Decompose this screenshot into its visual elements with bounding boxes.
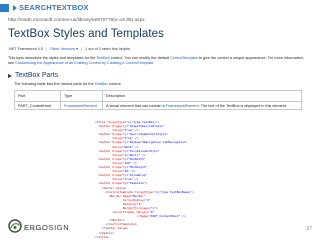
xaml-code-block: <Style TargetType="{x:Type TextBox}"> <S… [88,120,252,239]
rating-text: 1 out of 2 rated this helpful [85,46,130,51]
ergosign-logo-icon [8,219,22,233]
column-header-part: Part [14,90,61,102]
desc-text-1: This topic describes the styles and temp… [8,56,97,60]
parts-table: Part Type Description PART_ContentHost F… [14,90,302,110]
section-desc-text-2: control. [108,82,122,86]
arrow-right-icon [13,5,17,12]
cell-desc-link[interactable]: FrameworkElement [166,104,199,108]
section-description: The following table lists the named part… [14,82,122,86]
section-heading[interactable]: TextBox Parts [8,72,58,79]
section-title: TextBox Parts [15,72,59,79]
header-accent-bar [0,4,9,12]
cell-desc-text-1: A visual element that can contain a [106,103,166,108]
table-header-row: Part Type Description [14,90,302,102]
column-header-type: Type [60,90,103,102]
slide: SEARCHTEXTBOX http://msdn.microsoft.com/… [0,0,320,240]
meta-separator: | [81,46,83,51]
logo-tagline: User Experience [24,228,44,231]
controltemplate-link[interactable]: ControlTemplate [170,56,198,60]
cell-part: PART_ContentHost [14,101,61,110]
other-versions-link[interactable]: Other Versions [49,46,79,51]
code-line: </Style> [88,234,109,239]
framework-version: .NET Framework 4.5 [8,46,43,51]
textbox-link[interactable]: TextBox [96,56,110,60]
collapse-triangle-icon[interactable] [8,73,12,78]
page-url[interactable]: http://msdn.microsoft.com/en-us/library/… [8,18,145,23]
slide-header: SEARCHTEXTBOX [0,0,320,16]
ergosign-logo: ERGOSIGN User Experience [8,218,69,234]
column-header-description: Description [102,90,302,102]
desc-text-2: control. You can modify the default [109,56,171,60]
slide-header-title: SEARCHTEXTBOX [13,3,89,12]
desc-text-4: . [153,61,155,65]
other-versions-label: Other Versions [49,46,76,51]
meta-separator: | [45,46,47,51]
meta-bar: .NET Framework 4.5 | Other Versions | 1 … [8,45,130,52]
topic-description: This topic describes the styles and temp… [8,56,308,66]
page-number: 27 [306,226,312,232]
section-desc-text-1: The following table lists the named part… [14,82,95,86]
slide-header-label: SEARCHTEXTBOX [19,3,89,12]
section-textbox-link[interactable]: TextBox [95,82,109,86]
table-row: PART_ContentHost FrameworkElement A visu… [14,101,302,110]
customizing-link[interactable]: Customizing the Appearance of an Existin… [15,61,153,65]
chevron-down-icon [76,47,79,50]
cell-type-link[interactable]: FrameworkElement [60,101,103,110]
cell-description: A visual element that can contain a Fram… [102,101,302,110]
cell-desc-text-2: . The text of the TextBox is displayed i… [198,103,287,108]
page-title: TextBox Styles and Templates [8,28,165,40]
